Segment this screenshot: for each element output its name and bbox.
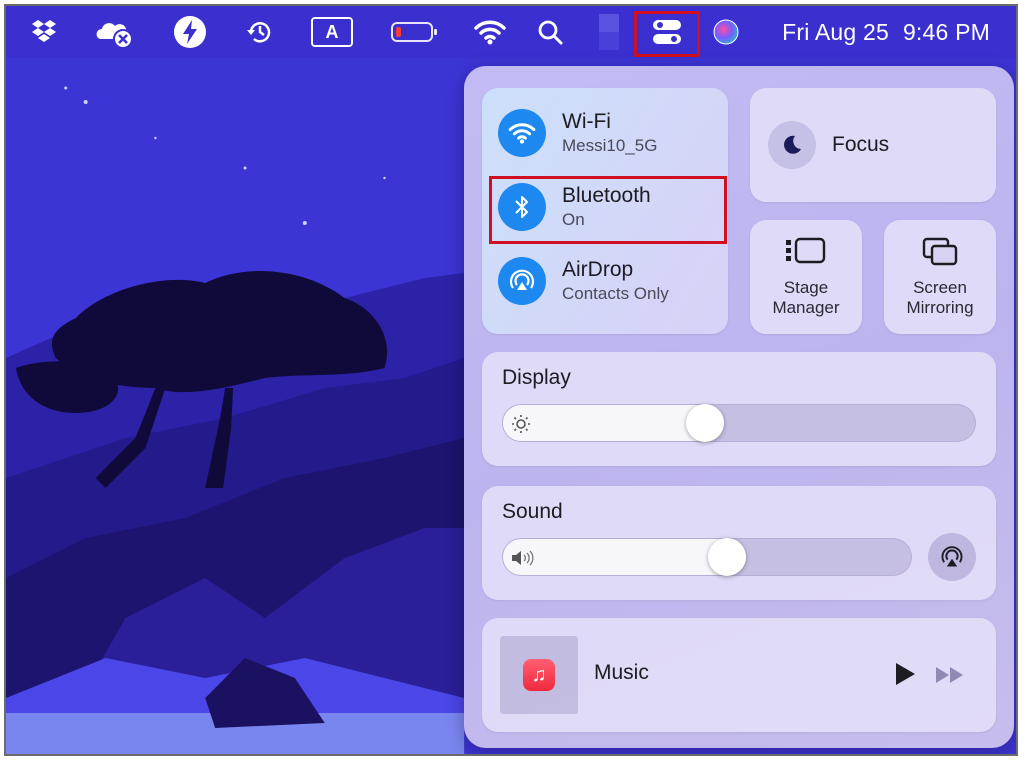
volume-slider[interactable]: [502, 538, 912, 576]
screenshot-frame: A Fri Aug 25 9:46 PM Wi-Fi Messi10_5G Bl…: [4, 4, 1018, 756]
brightness-slider[interactable]: [502, 404, 976, 442]
time-machine-icon[interactable]: [238, 6, 282, 58]
music-app-icon: ♫: [523, 659, 555, 691]
fast-forward-button[interactable]: [934, 665, 966, 690]
input-source-icon[interactable]: A: [308, 6, 356, 58]
wifi-row[interactable]: Wi-Fi Messi10_5G: [498, 98, 657, 168]
sound-module: Sound: [482, 486, 996, 600]
control-center-panel: Wi-Fi Messi10_5G Bluetooth On AirDrop Co…: [464, 66, 1014, 748]
clock-date: Fri Aug 25: [782, 18, 889, 45]
screen-mirroring-label: Screen Mirroring: [906, 278, 974, 317]
airdrop-row[interactable]: AirDrop Contacts Only: [498, 246, 669, 316]
stage-manager-button[interactable]: Stage Manager: [750, 220, 862, 334]
display-module: Display: [482, 352, 996, 466]
bluetooth-highlight: [489, 176, 727, 244]
fast-forward-icon: [936, 667, 963, 683]
menu-bar-clock[interactable]: Fri Aug 25 9:46 PM: [768, 6, 990, 58]
battery-icon[interactable]: [386, 6, 442, 58]
airdrop-status: Contacts Only: [562, 284, 669, 303]
menu-extra-icon[interactable]: [594, 6, 624, 58]
screen-mirroring-icon: [884, 236, 996, 268]
menu-bar: A Fri Aug 25 9:46 PM: [6, 6, 1016, 58]
brightness-knob[interactable]: [686, 404, 724, 442]
stage-manager-label: Stage Manager: [772, 278, 840, 317]
sun-icon: [511, 414, 531, 439]
wifi-icon[interactable]: [498, 109, 546, 157]
control-center-highlight: [634, 11, 700, 57]
display-title: Display: [502, 366, 571, 389]
airplay-audio-button[interactable]: [928, 533, 976, 581]
airplay-audio-icon: [941, 546, 963, 567]
volume-knob[interactable]: [708, 538, 746, 576]
play-icon: [896, 663, 915, 685]
screen-mirroring-button[interactable]: Screen Mirroring: [884, 220, 996, 334]
wifi-title: Wi-Fi: [562, 110, 611, 133]
wifi-network-name: Messi10_5G: [562, 136, 658, 155]
speaker-icon: [510, 548, 536, 573]
airdrop-icon[interactable]: [498, 257, 546, 305]
focus-label: Focus: [832, 133, 890, 156]
siri-icon[interactable]: [706, 6, 746, 58]
sound-title: Sound: [502, 500, 563, 523]
dropbox-icon[interactable]: [26, 6, 62, 58]
music-label: Music: [594, 661, 649, 684]
now-playing-module[interactable]: ♫ Music: [482, 618, 996, 732]
stage-manager-icon: [750, 236, 862, 266]
amphetamine-icon[interactable]: [166, 6, 214, 58]
icloud-offline-icon[interactable]: [90, 6, 140, 58]
airdrop-title: AirDrop: [562, 258, 634, 281]
focus-module[interactable]: Focus: [750, 88, 996, 202]
wifi-icon[interactable]: [468, 6, 512, 58]
clock-time: 9:46 PM: [902, 18, 990, 45]
play-button[interactable]: [893, 661, 917, 692]
album-art: ♫: [500, 636, 578, 714]
input-source-letter: A: [311, 17, 353, 47]
spotlight-icon[interactable]: [530, 6, 570, 58]
moon-icon: [768, 121, 816, 169]
